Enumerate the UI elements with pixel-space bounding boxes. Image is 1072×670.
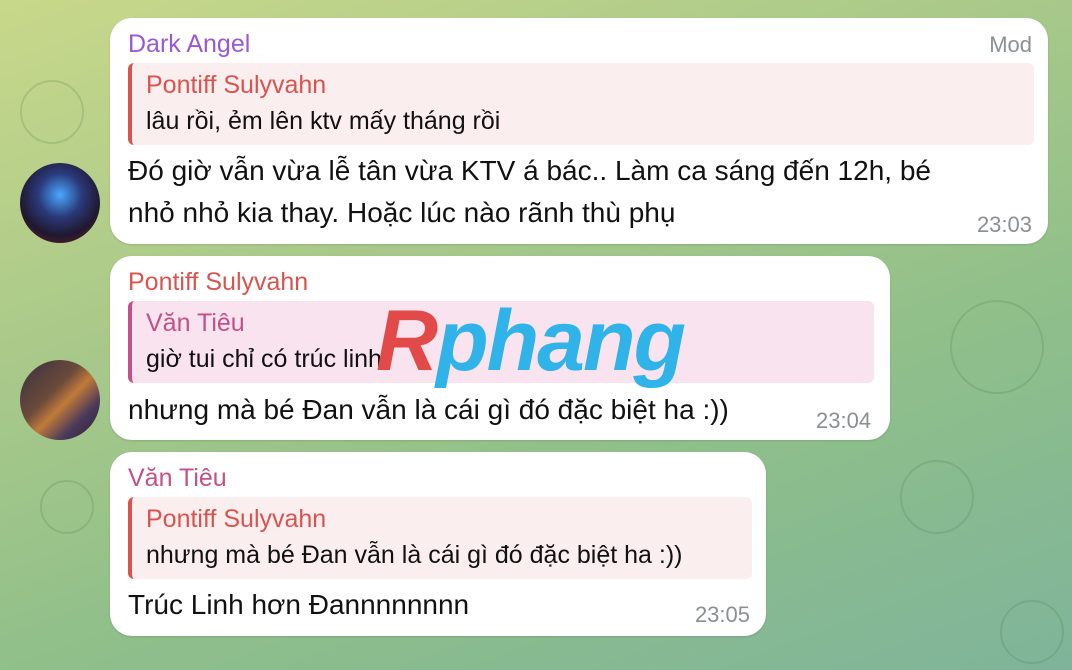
message-time: 23:03 (976, 212, 1032, 237)
reply-quote-text: lâu rồi, ẻm lên ktv mấy tháng rồi (146, 107, 501, 135)
background-doodle (40, 480, 94, 534)
reply-quote-text: giờ tui chỉ có trúc linh (146, 345, 382, 373)
message-time: 23:04 (816, 408, 872, 433)
message-bubble[interactable]: Pontiff Sulyvahn Văn Tiêu giờ tui chỉ có… (110, 256, 890, 440)
message-text: Đó giờ vẫn vừa lễ tân vừa KTV á bác.. Là… (128, 150, 931, 234)
background-doodle (900, 460, 974, 534)
message-text-line: nhỏ nhỏ kia thay. Hoặc lúc nào rãnh thù … (128, 197, 676, 228)
sender-name[interactable]: Văn Tiêu (128, 464, 227, 493)
reply-quote[interactable]: Pontiff Sulyvahn lâu rồi, ẻm lên ktv mấy… (128, 63, 1034, 145)
background-doodle (20, 80, 84, 144)
reply-quote-sender: Văn Tiêu (146, 309, 245, 337)
message-time: 23:05 (694, 602, 750, 627)
message-bubble[interactable]: Văn Tiêu Pontiff Sulyvahn nhưng mà bé Đa… (110, 452, 766, 636)
role-badge: Mod (989, 32, 1032, 57)
sender-name[interactable]: Pontiff Sulyvahn (128, 268, 308, 297)
message-text-line: nhưng mà bé Đan vẫn là cái gì đó đặc biệ… (128, 394, 729, 425)
message-text-line: Đó giờ vẫn vừa lễ tân vừa KTV á bác.. Là… (128, 155, 931, 186)
sender-name[interactable]: Dark Angel (128, 30, 250, 59)
avatar-dark-angel[interactable] (20, 163, 100, 243)
reply-quote-sender: Pontiff Sulyvahn (146, 505, 327, 533)
reply-quote-sender: Pontiff Sulyvahn (146, 71, 327, 99)
background-doodle (950, 300, 1044, 394)
background-doodle (1000, 600, 1064, 664)
reply-quote[interactable]: Văn Tiêu giờ tui chỉ có trúc linh (128, 301, 874, 383)
reply-quote[interactable]: Pontiff Sulyvahn nhưng mà bé Đan vẫn là … (128, 497, 752, 579)
message-text: nhưng mà bé Đan vẫn là cái gì đó đặc biệ… (128, 389, 729, 431)
reply-quote-text: nhưng mà bé Đan vẫn là cái gì đó đặc biệ… (146, 541, 683, 569)
message-bubble[interactable]: Dark Angel Mod Pontiff Sulyvahn lâu rồi,… (110, 18, 1048, 244)
message-text-line: Trúc Linh hơn Đannnnnnnn (128, 589, 470, 620)
avatar-pontiff-sulyvahn[interactable] (20, 360, 100, 440)
message-text: Trúc Linh hơn Đannnnnnnn (128, 584, 469, 626)
